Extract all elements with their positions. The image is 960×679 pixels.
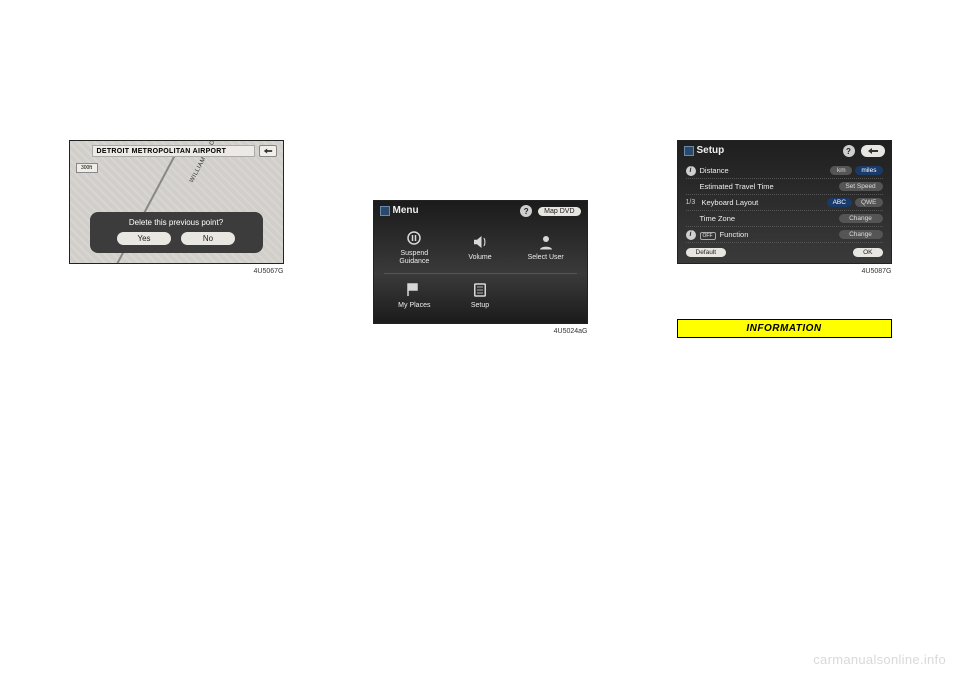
menu-header: Menu	[380, 205, 419, 216]
manual-page: WILLIAM C ROGELL DETROIT METROPOLITAN AI…	[0, 0, 960, 363]
menu-logo-icon	[380, 206, 390, 216]
setup-screenshot: Setup ? i Distance km miles i	[677, 140, 892, 264]
setup-title: Setup	[697, 145, 725, 156]
location-title: DETROIT METROPOLITAN AIRPORT	[92, 145, 255, 157]
km-button[interactable]: km	[830, 166, 852, 175]
back-arrow-icon	[867, 147, 879, 155]
menu-label: Setup	[471, 302, 489, 310]
info-icon[interactable]: i	[686, 166, 696, 176]
menu-screenshot: Menu ? Map DVD Suspend Guidance	[373, 200, 588, 324]
row-label: Distance	[700, 166, 831, 175]
off-badge-icon: OFF	[700, 232, 716, 240]
back-arrow-icon	[263, 147, 273, 155]
function-label: Function	[720, 230, 749, 239]
suspend-guidance-icon	[401, 228, 427, 248]
figure-code-1: 4U5067G	[69, 268, 284, 275]
volume-icon	[467, 232, 493, 252]
abc-button[interactable]: ABC	[827, 198, 852, 207]
menu-item-suspend-guidance[interactable]: Suspend Guidance	[384, 225, 446, 269]
menu-item-empty	[515, 273, 577, 317]
menu-label: Suspend Guidance	[399, 250, 429, 265]
row-time-zone: i Time Zone Change	[686, 211, 883, 227]
setup-icon	[467, 280, 493, 300]
qwe-button[interactable]: QWE	[855, 198, 883, 207]
menu-label: My Places	[398, 302, 430, 310]
delete-point-dialog: Delete this previous point? Yes No	[90, 212, 263, 253]
no-button[interactable]: No	[181, 232, 235, 245]
dialog-button-row: Yes No	[98, 232, 255, 245]
miles-button[interactable]: miles	[855, 166, 882, 175]
row-distance: i Distance km miles	[686, 163, 883, 179]
setup-logo-icon	[684, 146, 694, 156]
menu-item-select-user[interactable]: Select User	[515, 225, 577, 269]
row-label: Estimated Travel Time	[700, 182, 839, 191]
change-button[interactable]: Change	[839, 230, 883, 239]
change-button[interactable]: Change	[839, 214, 883, 223]
back-button[interactable]	[861, 145, 885, 157]
setup-header: Setup	[684, 145, 725, 156]
info-icon[interactable]: i	[686, 230, 696, 240]
row-keyboard-layout: 1/3 Keyboard Layout ABC QWE	[686, 195, 883, 211]
column-2: Menu ? Map DVD Suspend Guidance	[340, 140, 620, 343]
figure-code-2: 4U5024aG	[373, 328, 588, 335]
setup-bottom-row: Default OK	[686, 248, 883, 257]
row-estimated-travel-time: i Estimated Travel Time Set Speed	[686, 179, 883, 195]
menu-item-my-places[interactable]: My Places	[384, 273, 446, 317]
menu-title: Menu	[393, 205, 419, 216]
set-speed-button[interactable]: Set Speed	[839, 182, 883, 191]
help-button[interactable]: ?	[520, 205, 532, 217]
map-scale: 300ft	[76, 163, 98, 173]
map-dvd-button[interactable]: Map DVD	[538, 207, 580, 216]
row-off-function: i OFF Function Change	[686, 227, 883, 243]
menu-item-volume[interactable]: Volume	[449, 225, 511, 269]
row-label: Time Zone	[700, 214, 839, 223]
menu-grid: Suspend Guidance Volume Select User	[384, 225, 577, 317]
column-1: WILLIAM C ROGELL DETROIT METROPOLITAN AI…	[36, 140, 316, 343]
back-button[interactable]	[259, 145, 277, 157]
watermark: carmanualsonline.info	[813, 652, 946, 667]
page-indicator: 1/3	[686, 199, 700, 206]
menu-label: Select User	[528, 254, 564, 262]
default-button[interactable]: Default	[686, 248, 727, 257]
column-3: Setup ? i Distance km miles i	[644, 140, 924, 343]
menu-label: Volume	[468, 254, 491, 262]
setup-rows: i Distance km miles i Estimated Travel T…	[686, 163, 883, 243]
menu-top-right: ? Map DVD	[520, 205, 580, 217]
ok-button[interactable]: OK	[853, 248, 882, 257]
select-user-icon	[533, 232, 559, 252]
figure-code-3: 4U5087G	[677, 268, 892, 275]
nav-map-screenshot: WILLIAM C ROGELL DETROIT METROPOLITAN AI…	[69, 140, 284, 264]
dialog-message: Delete this previous point?	[98, 218, 255, 227]
help-button[interactable]: ?	[843, 145, 855, 157]
information-heading-bar: INFORMATION	[677, 319, 892, 338]
row-label: Keyboard Layout	[702, 198, 827, 207]
menu-item-setup[interactable]: Setup	[449, 273, 511, 317]
row-label: OFF Function	[700, 230, 839, 239]
yes-button[interactable]: Yes	[117, 232, 171, 245]
my-places-icon	[401, 280, 427, 300]
setup-top-right: ?	[843, 145, 885, 157]
